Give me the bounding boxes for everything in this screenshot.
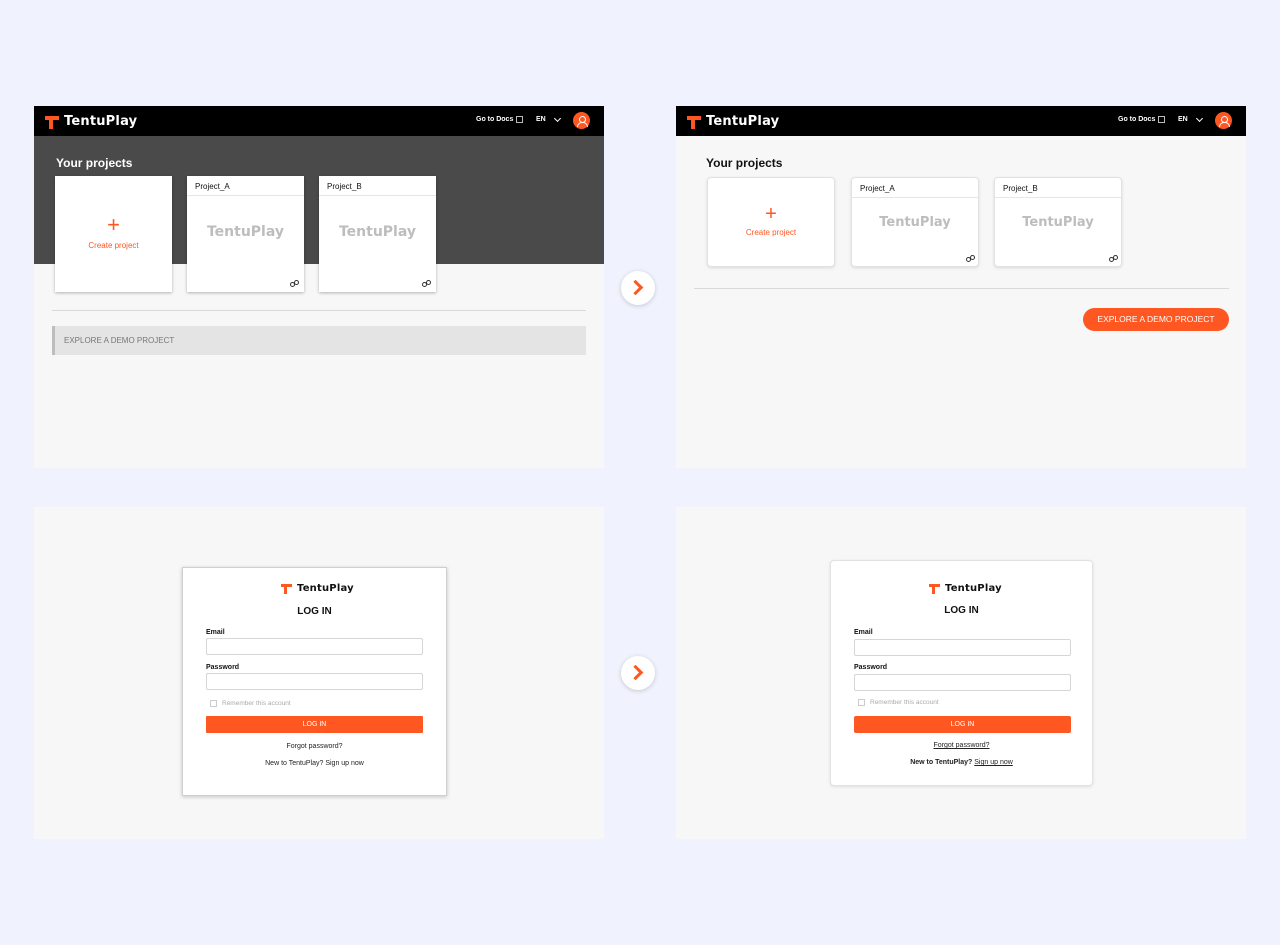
login-card: TentuPlay LOG IN Email Password Remember… — [182, 567, 447, 796]
login-after-panel: TentuPlay LOG IN Email Password Remember… — [676, 507, 1246, 839]
project-name: Project_A — [195, 182, 230, 191]
project-thumbnail-logo: TentuPlay — [879, 215, 951, 230]
chevron-right-icon — [627, 279, 644, 296]
remember-label: Remember this account — [870, 699, 939, 706]
chevron-down-icon[interactable] — [553, 114, 562, 123]
project-card[interactable]: Project_B TentuPlay — [994, 177, 1122, 267]
explore-demo-button[interactable]: EXPLORE A DEMO PROJECT — [52, 326, 586, 355]
top-bar: TentuPlay Go to Docs EN — [676, 106, 1246, 136]
card-divider — [187, 195, 304, 196]
signup-row: New to TentuPlay? Sign up now — [183, 760, 446, 767]
remember-label: Remember this account — [222, 700, 291, 707]
projects-before-panel: TentuPlay Go to Docs EN Your projects + … — [34, 106, 604, 468]
email-field[interactable] — [854, 639, 1071, 656]
user-avatar-icon[interactable] — [573, 112, 590, 129]
email-label: Email — [854, 629, 873, 636]
login-card: TentuPlay LOG IN Email Password Remember… — [830, 560, 1093, 786]
login-title: LOG IN — [297, 606, 332, 617]
remember-checkbox[interactable] — [210, 700, 217, 707]
brand-name: TentuPlay — [297, 583, 354, 594]
signup-prompt: New to TentuPlay? — [910, 759, 973, 766]
card-divider — [852, 197, 978, 198]
share-icon[interactable] — [290, 280, 299, 287]
create-project-card[interactable]: + Create project — [55, 176, 172, 292]
password-label: Password — [854, 664, 888, 671]
tentuplay-logo[interactable]: TentuPlay — [687, 114, 779, 129]
tentuplay-logo[interactable]: TentuPlay — [45, 114, 137, 129]
create-project-label: Create project — [745, 228, 797, 237]
brand-name: TentuPlay — [945, 583, 1002, 594]
project-card[interactable]: Project_A TentuPlay — [851, 177, 979, 267]
project-thumbnail-logo: TentuPlay — [206, 224, 284, 240]
forgot-password-link[interactable]: Forgot password? — [183, 743, 446, 750]
plus-icon: + — [107, 212, 120, 237]
login-title: LOG IN — [944, 605, 979, 616]
create-project-label: Create project — [88, 241, 139, 250]
tentuplay-logo: TentuPlay — [281, 583, 354, 594]
login-button[interactable]: LOG IN — [206, 716, 423, 733]
project-name: Project_A — [860, 184, 895, 193]
your-projects-heading: Your projects — [706, 156, 783, 170]
project-thumbnail-logo: TentuPlay — [338, 224, 416, 240]
next-arrow-button[interactable] — [621, 656, 655, 690]
go-to-docs-label: Go to Docs — [476, 116, 514, 123]
share-icon[interactable] — [422, 280, 431, 287]
email-label: Email — [206, 629, 225, 636]
signup-link[interactable]: Sign up now — [325, 760, 364, 767]
projects-after-panel: TentuPlay Go to Docs EN Your projects + … — [676, 106, 1246, 468]
tentuplay-logo-icon — [281, 583, 292, 594]
language-selector[interactable]: EN — [536, 116, 546, 123]
card-divider — [319, 195, 436, 196]
plus-icon: + — [765, 203, 777, 225]
section-divider — [52, 310, 586, 311]
chevron-down-icon[interactable] — [1195, 114, 1204, 123]
email-field[interactable] — [206, 638, 423, 655]
tentuplay-logo: TentuPlay — [929, 583, 1002, 594]
language-selector[interactable]: EN — [1178, 116, 1188, 123]
top-bar: TentuPlay Go to Docs EN — [34, 106, 604, 136]
go-to-docs-label: Go to Docs — [1118, 116, 1156, 123]
user-avatar-icon[interactable] — [1215, 112, 1232, 129]
signup-link[interactable]: Sign up now — [974, 759, 1013, 766]
signup-prompt: New to TentuPlay? — [265, 760, 324, 767]
remember-checkbox[interactable] — [858, 699, 865, 706]
explore-demo-button[interactable]: EXPLORE A DEMO PROJECT — [1083, 308, 1229, 331]
login-button[interactable]: LOG IN — [854, 716, 1071, 733]
remember-account-option[interactable]: Remember this account — [210, 700, 291, 707]
project-name: Project_B — [1003, 184, 1038, 193]
tentuplay-logo-icon — [929, 583, 940, 594]
go-to-docs-link[interactable]: Go to Docs — [476, 116, 524, 123]
project-thumbnail-logo: TentuPlay — [1022, 215, 1094, 230]
share-icon[interactable] — [966, 255, 975, 262]
next-arrow-button[interactable] — [621, 271, 655, 305]
your-projects-heading: Your projects — [56, 156, 133, 170]
remember-account-option[interactable]: Remember this account — [858, 699, 939, 706]
external-link-icon — [516, 116, 524, 123]
go-to-docs-link[interactable]: Go to Docs — [1118, 116, 1166, 123]
card-divider — [995, 197, 1121, 198]
tentuplay-logo-icon — [687, 115, 701, 129]
login-before-panel: TentuPlay LOG IN Email Password Remember… — [34, 507, 604, 839]
section-divider — [694, 288, 1229, 289]
password-field[interactable] — [206, 673, 423, 690]
project-name: Project_B — [327, 182, 362, 191]
external-link-icon — [1158, 116, 1166, 123]
brand-name: TentuPlay — [706, 114, 780, 129]
project-card[interactable]: Project_B TentuPlay — [319, 176, 436, 292]
tentuplay-logo-icon — [45, 115, 59, 129]
signup-row: New to TentuPlay? Sign up now — [831, 759, 1092, 766]
chevron-right-icon — [627, 664, 644, 681]
password-field[interactable] — [854, 674, 1071, 691]
project-card[interactable]: Project_A TentuPlay — [187, 176, 304, 292]
create-project-card[interactable]: + Create project — [707, 177, 835, 267]
share-icon[interactable] — [1109, 255, 1118, 262]
forgot-password-link[interactable]: Forgot password? — [831, 742, 1092, 749]
password-label: Password — [206, 664, 240, 671]
brand-name: TentuPlay — [64, 114, 138, 129]
